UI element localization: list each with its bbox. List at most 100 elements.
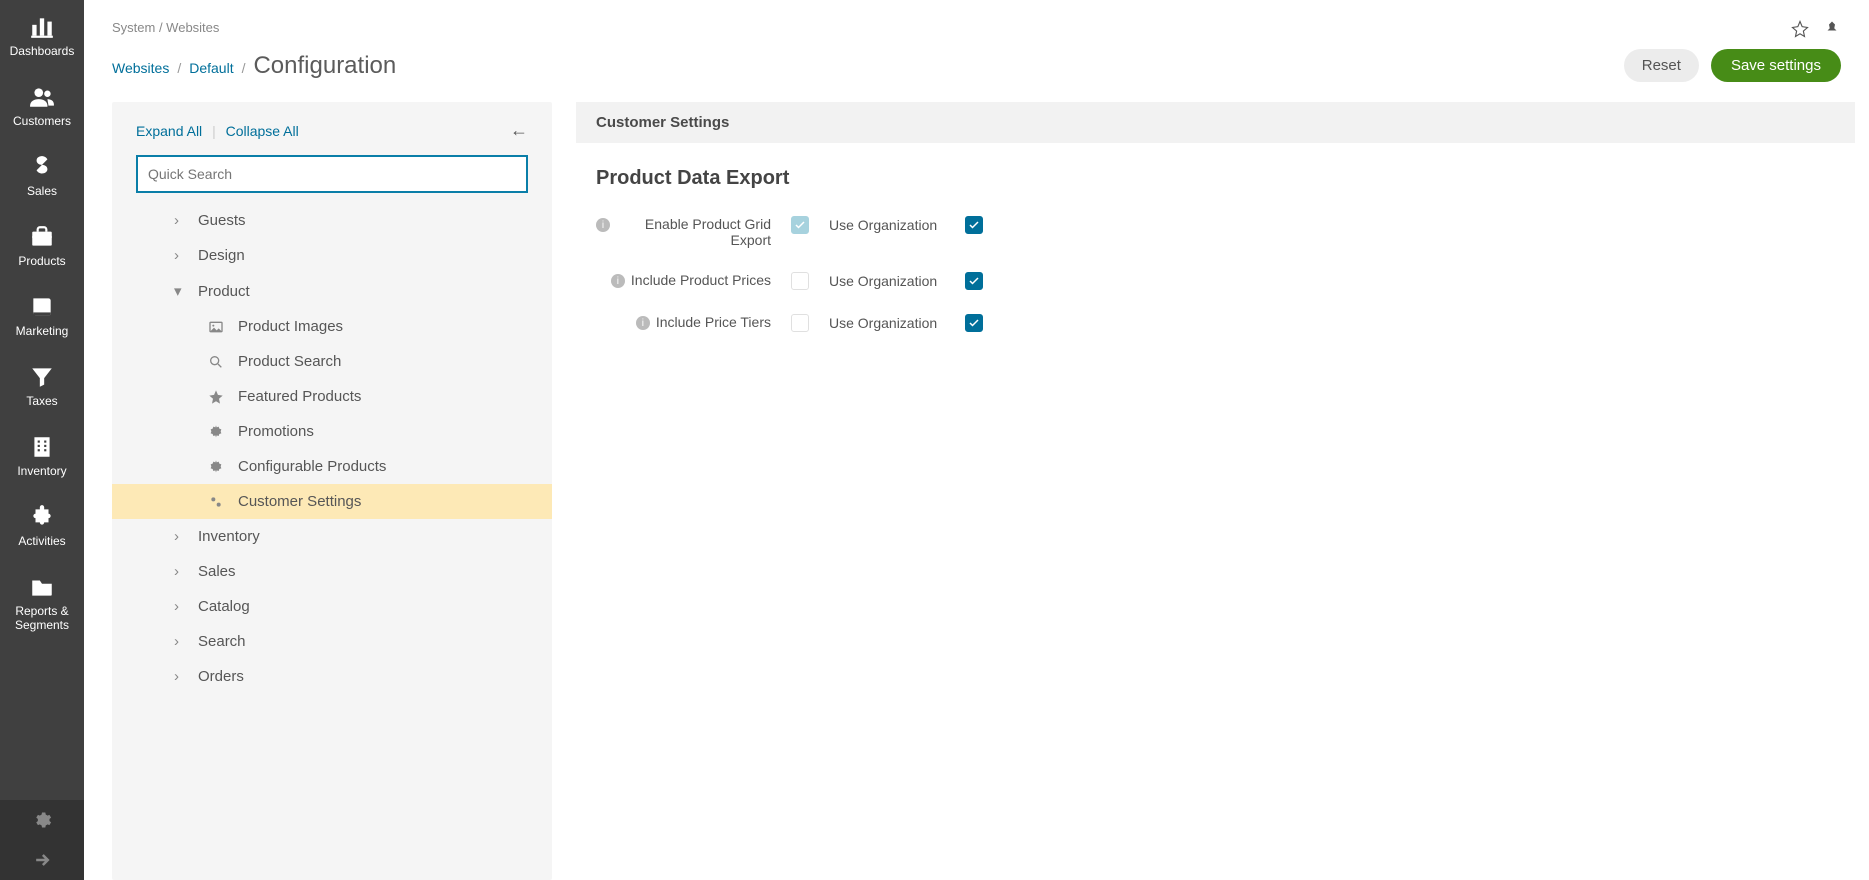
chevron-right-icon: › <box>174 247 188 264</box>
pin-icon[interactable] <box>1823 20 1841 38</box>
gear-icon <box>208 424 226 440</box>
use-org-checkbox[interactable] <box>965 314 983 332</box>
nav-reports[interactable]: Reports & Segments <box>0 560 84 644</box>
tree-item-label: Featured Products <box>238 388 361 405</box>
tree-item-label: Catalog <box>198 598 250 615</box>
nav-label: Inventory <box>17 464 66 478</box>
main-sidebar: Dashboards Customers Sales Products Mark… <box>0 0 84 880</box>
nav-products[interactable]: Products <box>0 210 84 280</box>
use-org-label: Use Organization <box>829 217 937 233</box>
form-row: iEnable Product Grid Export Use Organizat… <box>576 210 1855 266</box>
tree-item-customer-settings[interactable]: Customer Settings <box>112 484 552 519</box>
chevron-right-icon: › <box>174 633 188 650</box>
breadcrumb-top: System / Websites <box>112 20 1841 35</box>
breadcrumb-default[interactable]: Default <box>189 60 233 76</box>
briefcase-icon <box>29 224 55 250</box>
form-row: iInclude Price TiersUse Organization <box>576 308 1855 350</box>
gears-icon <box>208 494 226 510</box>
tree-item-promotions[interactable]: Promotions <box>112 414 552 449</box>
info-icon[interactable]: i <box>611 274 625 288</box>
tree-item-search[interactable]: › Search <box>112 624 552 659</box>
breadcrumb-websites[interactable]: Websites <box>112 60 169 76</box>
collapse-all-link[interactable]: Collapse All <box>226 123 299 139</box>
use-org-label: Use Organization <box>829 273 937 289</box>
nav-label: Dashboards <box>10 44 75 58</box>
filter-icon <box>29 364 55 390</box>
settings-group-header: Customer Settings <box>576 102 1855 143</box>
checkbox[interactable] <box>791 314 809 332</box>
nav-label: Customers <box>13 114 71 128</box>
tree-item-label: Product <box>198 283 250 300</box>
chevron-right-icon: › <box>174 212 188 229</box>
use-org-checkbox[interactable] <box>965 216 983 234</box>
use-org-label: Use Organization <box>829 315 937 331</box>
tree-item-product-search[interactable]: Product Search <box>112 344 552 379</box>
tree-item-configurable-products[interactable]: Configurable Products <box>112 449 552 484</box>
tree-item-sales[interactable]: › Sales <box>112 554 552 589</box>
nav-label: Sales <box>27 184 57 198</box>
nav-dashboards[interactable]: Dashboards <box>0 0 84 70</box>
use-org-checkbox[interactable] <box>965 272 983 290</box>
save-button[interactable]: Save settings <box>1711 49 1841 82</box>
nav-label: Marketing <box>16 324 69 338</box>
book-icon <box>29 294 55 320</box>
reset-button[interactable]: Reset <box>1624 49 1699 82</box>
tree-item-label: Customer Settings <box>238 493 361 510</box>
tree-item-inventory[interactable]: ›Inventory <box>112 519 552 554</box>
tree-item-label: Orders <box>198 668 244 685</box>
content-area: System / Websites Websites / Default / C… <box>84 0 1869 880</box>
nav-sales[interactable]: Sales <box>0 140 84 210</box>
nav-customers[interactable]: Customers <box>0 70 84 140</box>
checkbox[interactable] <box>791 216 809 234</box>
tree-item-product-images[interactable]: Product Images <box>112 309 552 344</box>
star-icon <box>208 389 226 405</box>
search-icon <box>208 354 226 370</box>
nav-taxes[interactable]: Taxes <box>0 350 84 420</box>
bar-chart-icon <box>29 14 55 40</box>
search-input[interactable] <box>136 155 528 193</box>
tree-item-label: Search <box>198 633 246 650</box>
nav-label: Taxes <box>26 394 57 408</box>
nav-settings[interactable] <box>0 800 84 840</box>
puzzle-icon <box>29 504 55 530</box>
expand-all-link[interactable]: Expand All <box>136 123 202 139</box>
nav-inventory[interactable]: Inventory <box>0 420 84 490</box>
form-row: iInclude Product Prices Use Organization <box>576 266 1855 308</box>
settings-panel: Customer Settings Product Data Export iE… <box>576 102 1855 880</box>
tree-item-product[interactable]: ▾ Product <box>112 273 552 309</box>
nav-marketing[interactable]: Marketing <box>0 280 84 350</box>
gear-icon <box>32 810 52 830</box>
chevron-down-icon: ▾ <box>174 282 188 300</box>
info-icon[interactable]: i <box>596 218 610 232</box>
arrow-right-icon <box>32 850 52 870</box>
config-tree-panel: Expand All | Collapse All ← ›Guests›Desi… <box>112 102 552 880</box>
nav-collapse[interactable] <box>0 840 84 880</box>
image-icon <box>208 319 226 335</box>
tree-item-orders[interactable]: › Orders <box>112 659 552 694</box>
info-icon[interactable]: i <box>636 316 650 330</box>
tree-item-featured-products[interactable]: Featured Products <box>112 379 552 414</box>
building-icon <box>29 434 55 460</box>
chevron-right-icon: › <box>174 668 188 685</box>
tree-item-label: Sales <box>198 563 236 580</box>
tree-item-label: Design <box>198 247 245 264</box>
tree-item-design[interactable]: › Design <box>112 238 552 273</box>
page-title: Configuration <box>253 52 396 80</box>
form-label: iInclude Product Prices <box>596 272 771 288</box>
tree-list[interactable]: ›Guests›Design▾ProductProduct ImagesProd… <box>112 203 552 880</box>
folder-icon <box>29 574 55 600</box>
chevron-right-icon: › <box>174 563 188 580</box>
tree-item-guests[interactable]: ›Guests <box>112 203 552 238</box>
settings-section-title: Product Data Export <box>576 143 1855 210</box>
form-label: iEnable Product Grid Export <box>596 216 771 248</box>
tree-item-catalog[interactable]: ›Catalog <box>112 589 552 624</box>
tree-item-label: Product Images <box>238 318 343 335</box>
nav-activities[interactable]: Activities <box>0 490 84 560</box>
page-breadcrumb: Websites / Default / Configuration <box>112 52 396 80</box>
star-icon[interactable] <box>1791 20 1809 38</box>
tree-item-label: Promotions <box>238 423 314 440</box>
checkbox[interactable] <box>791 272 809 290</box>
tree-back-arrow[interactable]: ← <box>510 120 528 141</box>
nav-label: Reports & Segments <box>15 604 69 632</box>
users-icon <box>29 84 55 110</box>
